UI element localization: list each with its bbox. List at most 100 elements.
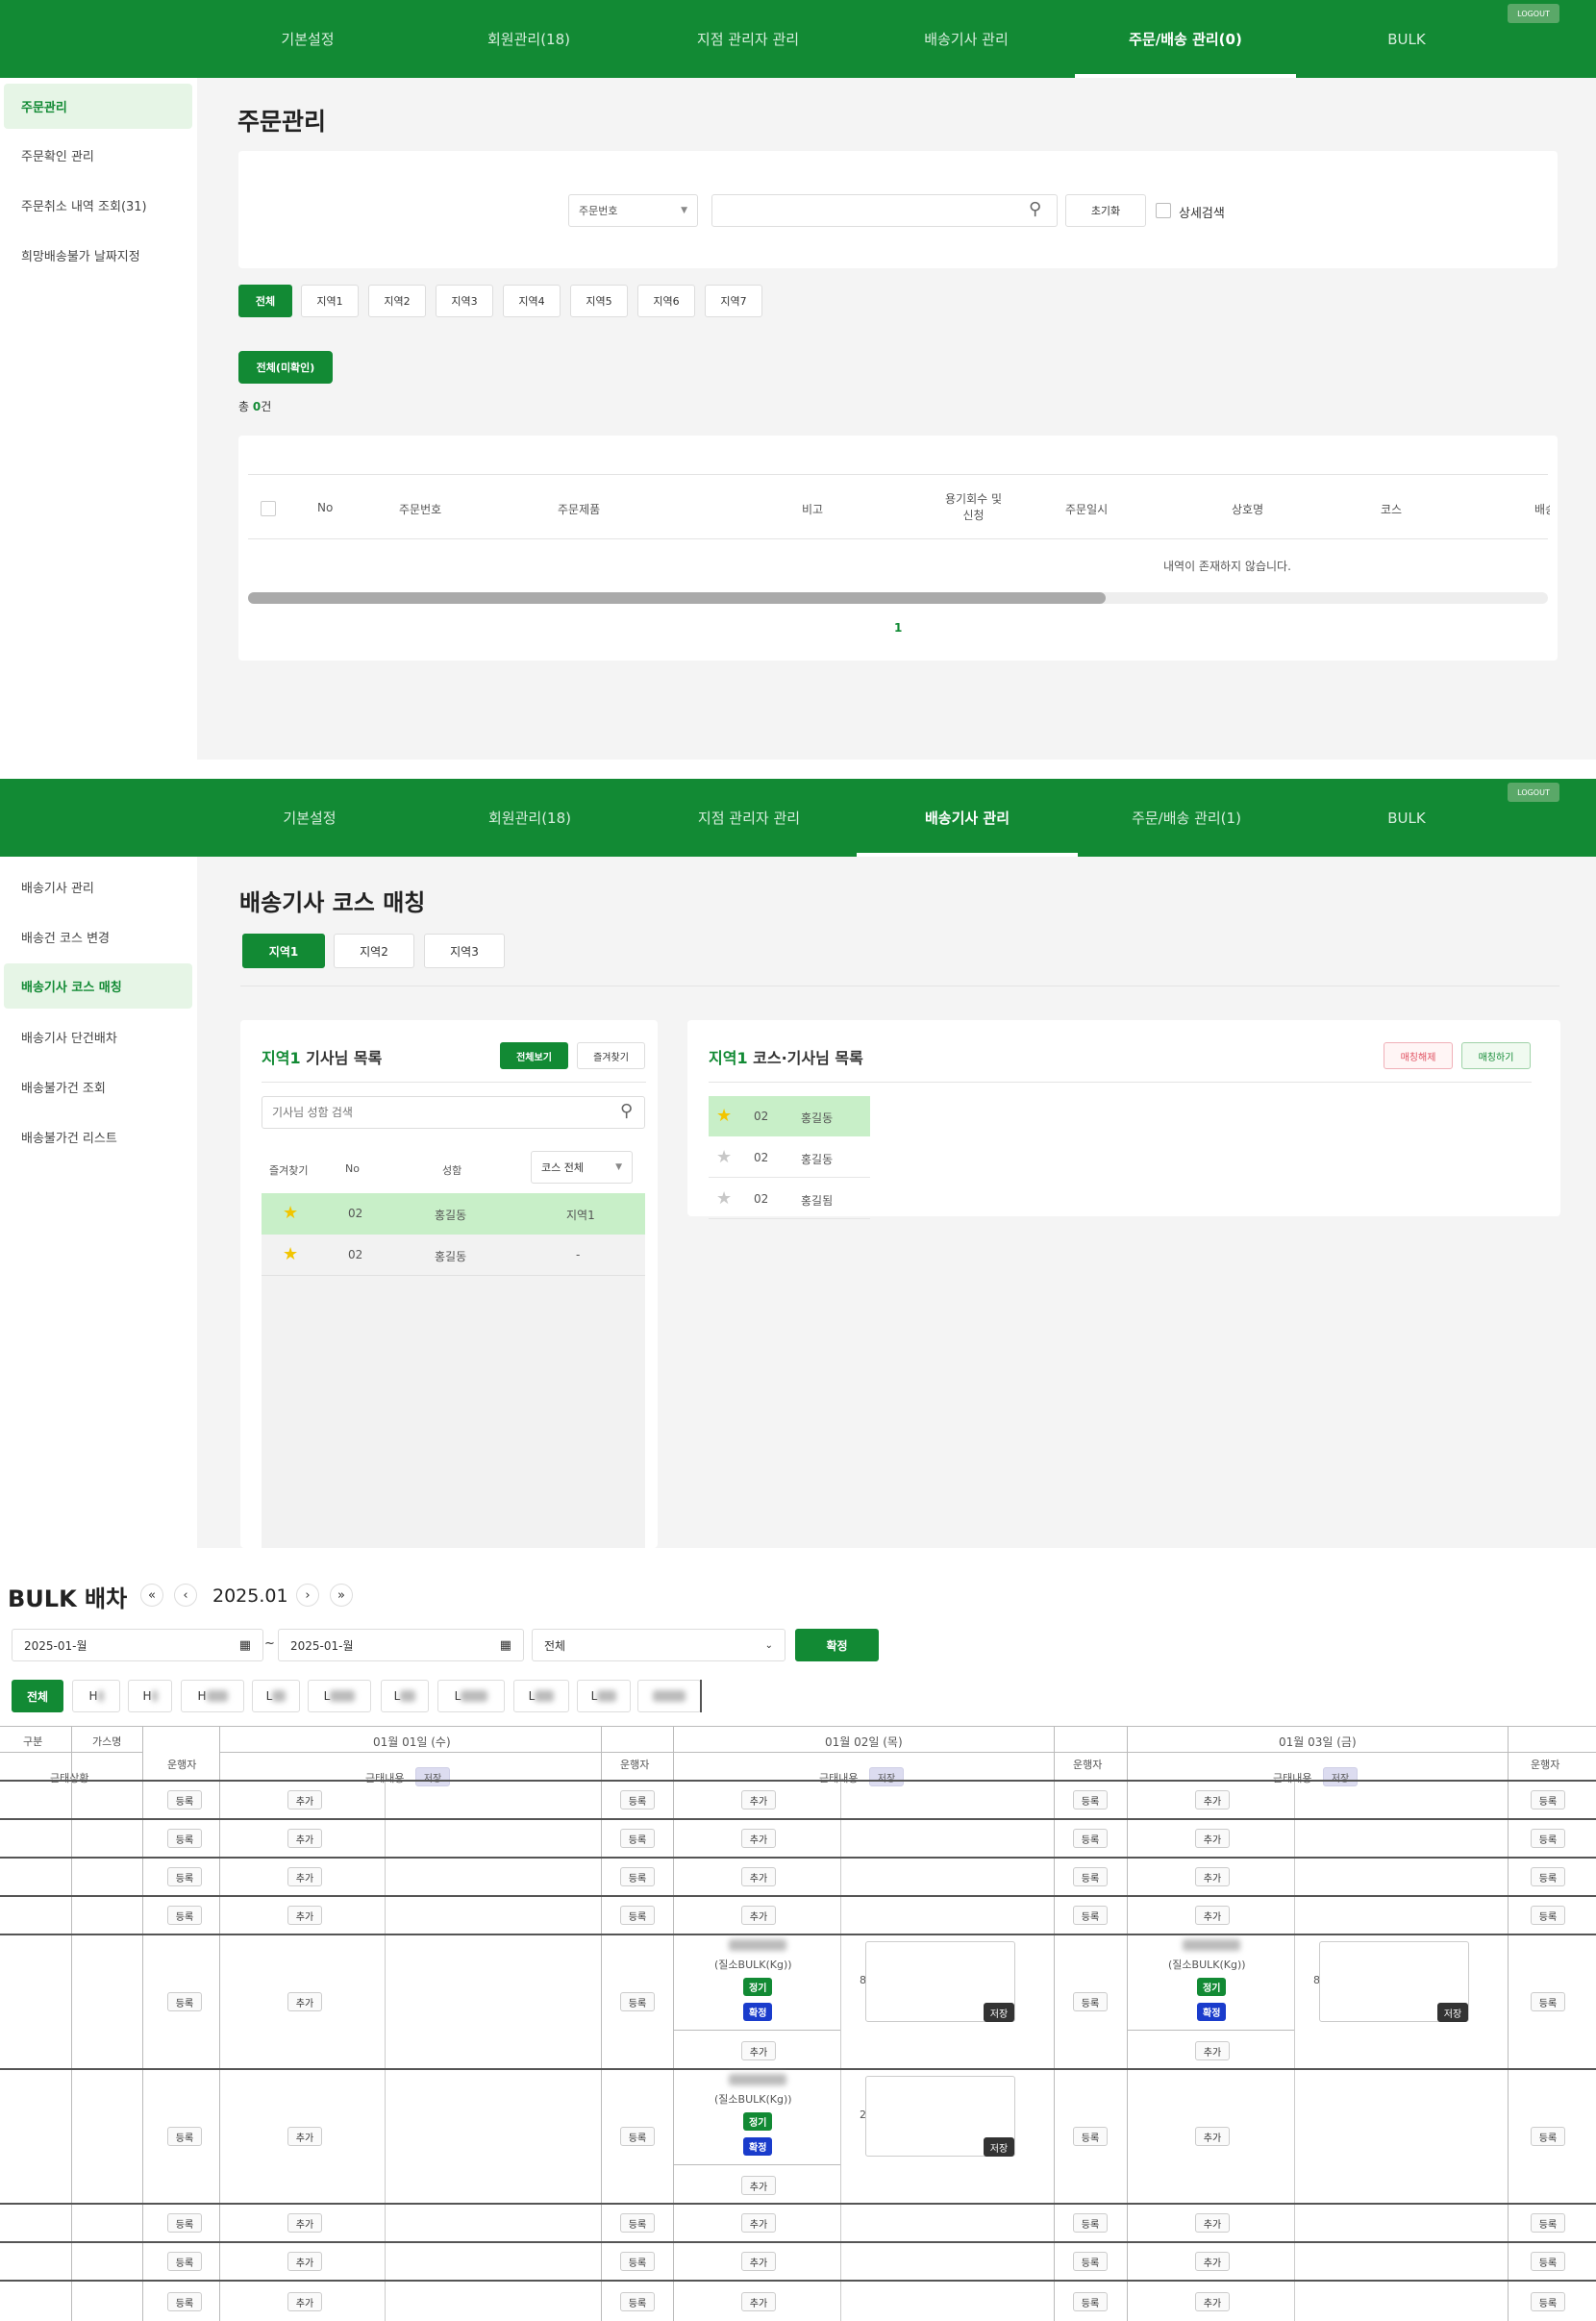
sidebar-item-single-dispatch[interactable]: 배송기사 단건배차 <box>4 1014 192 1060</box>
register-button[interactable]: 등록 <box>167 2252 202 2271</box>
add-button[interactable]: 추가 <box>287 2292 322 2311</box>
nav-driver-management[interactable]: 배송기사 관리 <box>857 779 1078 857</box>
calendar-icon[interactable]: ▦ <box>239 1638 251 1653</box>
register-button[interactable]: 등록 <box>1073 1829 1108 1848</box>
register-button[interactable]: 등록 <box>1531 1992 1565 2011</box>
tab-region-3[interactable]: 지역3 <box>424 934 505 968</box>
register-button[interactable]: 등록 <box>1531 1906 1565 1925</box>
header-save-button[interactable]: 저장 <box>415 1767 450 1786</box>
save-button[interactable]: 저장 <box>984 2003 1014 2022</box>
add-button[interactable]: 추가 <box>1195 2127 1230 2146</box>
sidebar-item-driver-management[interactable]: 배송기사 관리 <box>4 864 192 910</box>
search-type-select[interactable]: 주문번호 ▼ <box>568 194 698 227</box>
search-icon[interactable]: ⚲ <box>620 1101 633 1121</box>
confirm-button[interactable]: 확정 <box>795 1629 879 1661</box>
add-button[interactable]: 추가 <box>741 1829 776 1848</box>
add-button[interactable]: 추가 <box>741 2041 776 2060</box>
search-icon[interactable]: ⚲ <box>1029 199 1041 219</box>
driver-search-input[interactable] <box>262 1096 645 1129</box>
sidebar-item-course-change[interactable]: 배송건 코스 변경 <box>4 914 192 960</box>
register-button[interactable]: 등록 <box>1531 2252 1565 2271</box>
prev-month-button[interactable]: ‹ <box>174 1584 197 1607</box>
nav-branch-admin[interactable]: 지점 관리자 관리 <box>638 779 860 857</box>
filter-h3[interactable]: H <box>181 1680 244 1712</box>
region-5-button[interactable]: 지역5 <box>570 285 628 317</box>
search-input[interactable] <box>711 194 1058 227</box>
register-button[interactable]: 등록 <box>1073 1992 1108 2011</box>
filter-h2[interactable]: H <box>128 1680 172 1712</box>
register-button[interactable]: 등록 <box>167 1829 202 1848</box>
add-button[interactable]: 추가 <box>287 1829 322 1848</box>
add-button[interactable]: 추가 <box>287 2252 322 2271</box>
register-button[interactable]: 등록 <box>167 2213 202 2233</box>
add-button[interactable]: 추가 <box>287 2127 322 2146</box>
tab-region-2[interactable]: 지역2 <box>334 934 414 968</box>
nav-branch-admin[interactable]: 지점 관리자 관리 <box>637 0 859 78</box>
favorites-button[interactable]: 즐겨찾기 <box>577 1042 645 1069</box>
register-button[interactable]: 등록 <box>167 2292 202 2311</box>
nav-members[interactable]: 회원관리(18) <box>418 0 639 78</box>
nav-bulk[interactable]: BULK <box>1296 779 1517 857</box>
register-button[interactable]: 등록 <box>167 1992 202 2011</box>
date-from-input[interactable]: 2025-01-월 ▦ <box>12 1629 263 1661</box>
next-month-button[interactable]: › <box>296 1584 319 1607</box>
select-all-checkbox[interactable] <box>261 501 276 516</box>
horizontal-scrollbar[interactable] <box>248 592 1548 604</box>
add-button[interactable]: 추가 <box>741 2292 776 2311</box>
unmatch-button[interactable]: 매칭해제 <box>1384 1042 1453 1069</box>
sidebar-item-order-cancel[interactable]: 주문취소 내역 조회(31) <box>4 183 192 228</box>
add-button[interactable]: 추가 <box>287 1867 322 1886</box>
nav-order-delivery[interactable]: 주문/배송 관리(0) <box>1075 0 1296 78</box>
region-1-button[interactable]: 지역1 <box>301 285 359 317</box>
nav-basic-settings[interactable]: 기본설정 <box>199 779 420 857</box>
register-button[interactable]: 등록 <box>620 2213 655 2233</box>
logout-button[interactable]: LOGOUT <box>1508 783 1559 802</box>
scrollbar-thumb[interactable] <box>248 592 1106 604</box>
region-3-button[interactable]: 지역3 <box>436 285 493 317</box>
unconfirmed-button[interactable]: 전체(미확인) <box>238 351 333 384</box>
nav-basic-settings[interactable]: 기본설정 <box>197 0 418 78</box>
add-button[interactable]: 추가 <box>1195 1867 1230 1886</box>
add-button[interactable]: 추가 <box>1195 2292 1230 2311</box>
add-button[interactable]: 추가 <box>1195 1790 1230 1809</box>
nav-order-delivery[interactable]: 주문/배송 관리(1) <box>1076 779 1297 857</box>
sidebar-item-order-management[interactable]: 주문관리 <box>4 84 192 129</box>
star-outline-icon[interactable]: ★ <box>716 1190 734 1208</box>
add-button[interactable]: 추가 <box>287 1790 322 1809</box>
add-button[interactable]: 추가 <box>741 2213 776 2233</box>
register-button[interactable]: 등록 <box>620 1906 655 1925</box>
add-button[interactable]: 추가 <box>741 1867 776 1886</box>
add-button[interactable]: 추가 <box>741 2176 776 2195</box>
filter-all[interactable]: 전체 <box>12 1680 63 1712</box>
register-button[interactable]: 등록 <box>1531 1790 1565 1809</box>
register-button[interactable]: 등록 <box>1073 2213 1108 2233</box>
date-to-input[interactable]: 2025-01-월 ▦ <box>278 1629 524 1661</box>
filter-l4[interactable]: L <box>437 1680 505 1712</box>
match-button[interactable]: 매칭하기 <box>1461 1042 1531 1069</box>
prev-year-button[interactable]: « <box>140 1584 163 1607</box>
star-filled-icon[interactable]: ★ <box>716 1108 734 1125</box>
detail-search-checkbox[interactable] <box>1156 203 1171 218</box>
register-button[interactable]: 등록 <box>620 1867 655 1886</box>
nav-bulk[interactable]: BULK <box>1296 0 1517 78</box>
register-button[interactable]: 등록 <box>1531 1867 1565 1886</box>
register-button[interactable]: 등록 <box>1073 2252 1108 2271</box>
register-button[interactable]: 등록 <box>1531 2213 1565 2233</box>
star-filled-icon[interactable]: ★ <box>283 1205 300 1222</box>
nav-members[interactable]: 회원관리(18) <box>419 779 640 857</box>
register-button[interactable]: 등록 <box>620 2292 655 2311</box>
tab-region-1[interactable]: 지역1 <box>242 934 325 968</box>
filter-select[interactable]: 전체 ⌄ <box>532 1629 786 1661</box>
register-button[interactable]: 등록 <box>167 2127 202 2146</box>
next-year-button[interactable]: » <box>330 1584 353 1607</box>
register-button[interactable]: 등록 <box>620 2127 655 2146</box>
star-filled-icon[interactable]: ★ <box>283 1246 300 1263</box>
add-button[interactable]: 추가 <box>741 2252 776 2271</box>
filter-l6[interactable]: L <box>577 1680 631 1712</box>
add-button[interactable]: 추가 <box>287 2213 322 2233</box>
region-6-button[interactable]: 지역6 <box>637 285 695 317</box>
add-button[interactable]: 추가 <box>1195 2041 1230 2060</box>
filter-l2[interactable]: L <box>308 1680 371 1712</box>
save-button[interactable]: 저장 <box>1437 2003 1468 2022</box>
filter-l5[interactable]: L <box>513 1680 569 1712</box>
